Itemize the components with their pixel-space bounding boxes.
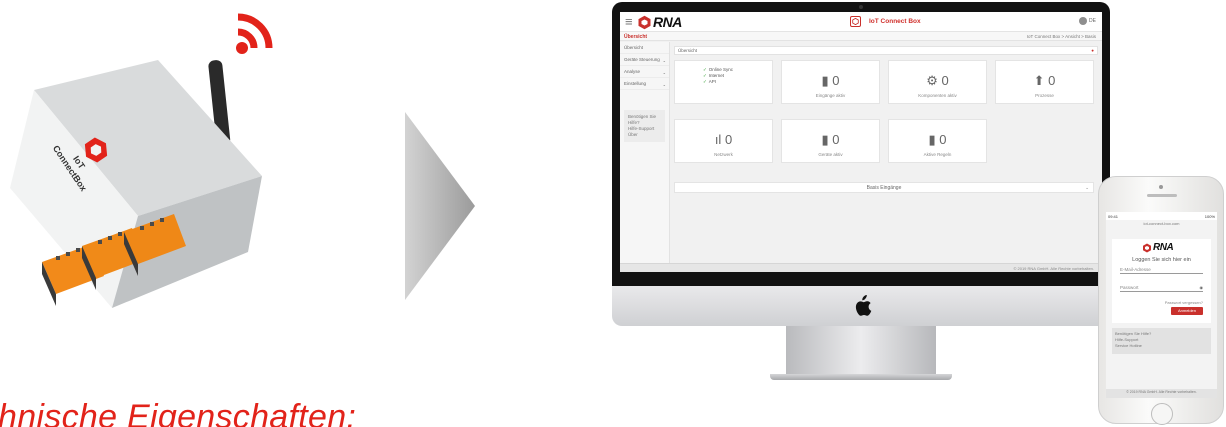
check-icon: ✓: [703, 79, 707, 84]
login-card: RNA Loggen Sie sich hier ein E-Mail-Adre…: [1112, 239, 1211, 323]
stat-label: Netzwerk: [714, 152, 733, 157]
password-field[interactable]: Passwort ◉: [1120, 283, 1203, 292]
imac-chin: [612, 286, 1110, 326]
rna-logo[interactable]: RNA: [637, 14, 682, 30]
check-icon: ✓: [703, 67, 707, 72]
user-area: DE: [1079, 17, 1096, 25]
close-icon[interactable]: ●: [1091, 48, 1094, 53]
breadcrumb: IoT Connect Box > Ansicht > Basis: [1026, 34, 1096, 39]
stat-label: Geräte aktiv: [818, 152, 843, 157]
footer-text: © 2019 RNA GmbH. Alle Rechte vorbehalten…: [1013, 266, 1094, 271]
sidebar-item-label: Einstellung: [624, 81, 647, 86]
stat-card-devices[interactable]: ▮ 0 Geräte aktiv: [781, 119, 880, 163]
wifi-icon: [236, 13, 273, 54]
sidebar: Übersicht Geräte Steuerung ⌄ Analyse ⌄ E…: [620, 42, 670, 263]
collapsible-label: Basis Eingänge: [866, 185, 902, 191]
apple-logo-icon: [855, 295, 872, 316]
help-title: Benötigen Sie Hilfe?: [628, 114, 657, 125]
stat-value: ▮ 0: [821, 132, 840, 147]
chevron-down-icon: ⌄: [662, 70, 666, 75]
language-selector[interactable]: DE: [1089, 18, 1096, 24]
stat-value: ⚙ 0: [926, 73, 949, 88]
stat-card-inputs[interactable]: ▮ 0 Eingänge aktiv: [781, 60, 880, 104]
status-item: Online Sync: [708, 67, 734, 72]
login-title: Loggen Sie sich hier ein: [1132, 257, 1191, 263]
section-heading: hnische Eigenschaften:: [0, 398, 357, 427]
address-bar[interactable]: iot-connect-box.com: [1106, 221, 1217, 226]
status-list: ✓ Online Sync ✓ Internet ✓ API: [703, 67, 733, 85]
home-button[interactable]: [1151, 403, 1173, 425]
check-icon: ✓: [703, 73, 707, 78]
help-box: Benötigen Sie Hilfe? Hilfe-Support Servi…: [1112, 328, 1211, 354]
email-field[interactable]: E-Mail-Adresse: [1120, 265, 1203, 274]
stat-card-rules[interactable]: ▮ 0 Aktive Regeln: [888, 119, 987, 163]
stat-value: ıl 0: [714, 132, 733, 147]
basic-inputs-collapsible[interactable]: Basis Eingänge ⌄: [674, 182, 1094, 193]
overview-filter-bar[interactable]: Übersicht ●: [674, 46, 1098, 55]
eye-icon[interactable]: ◉: [1200, 285, 1204, 290]
battery-indicator: 100%: [1204, 214, 1215, 219]
arrow-right-icon: [405, 112, 475, 300]
mobile-footer: © 2019 RNA GmbH. Alle Rechte vorbehalten…: [1106, 389, 1217, 398]
hamburger-menu-icon[interactable]: ≡: [625, 15, 633, 28]
chevron-down-icon: ⌄: [662, 82, 666, 87]
logo-text: RNA: [653, 14, 682, 30]
desktop-footer: © 2019 RNA GmbH. Alle Rechte vorbehalten…: [620, 263, 1102, 272]
avatar[interactable]: [1079, 17, 1088, 25]
stat-value: ⬆ 0: [1033, 73, 1056, 88]
speaker-grille: [1147, 194, 1177, 197]
stat-label: Eingänge aktiv: [815, 93, 846, 98]
status-item: Internet: [708, 73, 725, 78]
page-title: Übersicht: [624, 34, 648, 40]
status-item: API: [708, 79, 717, 84]
about-link[interactable]: Über: [628, 132, 661, 138]
camera-icon: [859, 5, 863, 9]
logo-text: RNA: [1153, 242, 1174, 253]
main-content: Übersicht ● ✓ Online Sync ✓ Internet ✓ API …: [674, 46, 1098, 261]
sidebar-item-devices[interactable]: Geräte Steuerung ⌄: [620, 54, 669, 66]
brand-icon: [850, 16, 861, 27]
stat-value: ▮ 0: [821, 73, 840, 88]
breadcrumb-bar: Übersicht IoT Connect Box > Ansicht > Ba…: [620, 32, 1102, 41]
mobile-login-screen: 09:41 100% iot-connect-box.com RNA Logge…: [1106, 212, 1217, 398]
login-button[interactable]: Anmelden: [1171, 307, 1203, 315]
iot-connect-box-device: IoT ConnectBox: [10, 13, 273, 308]
chevron-down-icon: ⌄: [1085, 185, 1089, 190]
desktop-dashboard-screen: ≡ RNA IoT Connect Box DE Übersicht IoT C…: [620, 12, 1102, 272]
smartphone: 09:41 100% iot-connect-box.com RNA Logge…: [1098, 176, 1224, 425]
rna-logo-icon: [638, 15, 651, 29]
imac-stand-foot: [770, 374, 952, 380]
clock: 09:41: [1108, 214, 1119, 219]
sidebar-item-label: Analyse: [624, 69, 641, 74]
rna-logo: RNA: [1142, 242, 1174, 253]
sidebar-item-overview[interactable]: Übersicht: [620, 42, 669, 54]
stat-label: Komponenten aktiv: [918, 93, 957, 98]
rna-logo-icon: [1143, 243, 1151, 252]
sidebar-item-label: Übersicht: [624, 45, 644, 50]
hotline-link[interactable]: Service Hotline: [1115, 343, 1208, 349]
stat-label: Prozesse: [1035, 93, 1054, 98]
chevron-down-icon: ⌄: [662, 58, 666, 63]
help-box: Benötigen Sie Hilfe? Hilfe-Support Über: [624, 110, 665, 142]
email-placeholder: E-Mail-Adresse: [1120, 267, 1151, 272]
stat-card-network[interactable]: ıl 0 Netzwerk: [674, 119, 773, 163]
brand-header: IoT Connect Box: [850, 16, 921, 27]
sidebar-item-label: Geräte Steuerung: [624, 57, 660, 62]
status-card: ✓ Online Sync ✓ Internet ✓ API: [674, 60, 773, 104]
front-camera-icon: [1159, 185, 1163, 189]
filter-label: Übersicht: [678, 48, 698, 53]
password-placeholder: Passwort: [1120, 285, 1139, 290]
stat-card-components[interactable]: ⚙ 0 Komponenten aktiv: [888, 60, 987, 104]
imac-stand: [786, 326, 936, 376]
forgot-password-link[interactable]: Passwort vergessen?: [1165, 300, 1203, 305]
stat-value: ▮ 0: [928, 132, 947, 147]
sidebar-item-analysis[interactable]: Analyse ⌄: [620, 66, 669, 78]
stat-label: Aktive Regeln: [923, 152, 952, 157]
brand-title: IoT Connect Box: [869, 18, 921, 25]
sidebar-item-settings[interactable]: Einstellung ⌄: [620, 78, 669, 90]
status-bar: 09:41 100%: [1106, 212, 1217, 220]
stat-card-processes[interactable]: ⬆ 0 Prozesse: [995, 60, 1094, 104]
top-navbar: ≡ RNA IoT Connect Box DE: [620, 12, 1102, 32]
